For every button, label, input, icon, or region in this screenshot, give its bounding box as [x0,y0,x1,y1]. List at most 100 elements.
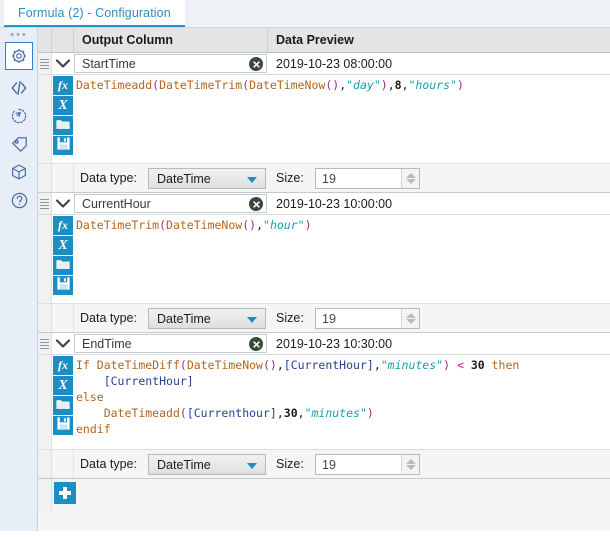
drag-grip-icon [40,57,49,71]
formula-row-header: EndTime 2019-10-23 10:30:00 [38,333,610,355]
code-token: , [276,358,284,372]
chevron-down-icon [55,55,71,73]
stepper-down-icon[interactable] [406,179,416,184]
column-header-output-column[interactable]: Output Column [74,28,268,52]
size-stepper[interactable] [401,309,419,328]
sidebar-item-labels[interactable] [5,130,33,158]
formula-code-line: [CurrentHour] [76,373,608,389]
insert-variable-button[interactable]: X [53,376,73,395]
size-input[interactable]: 19 [315,168,420,189]
open-formula-button[interactable] [53,116,73,135]
clear-icon[interactable] [249,57,263,71]
size-input[interactable]: 19 [315,454,420,475]
open-formula-button[interactable] [53,396,73,415]
collapse-toggle[interactable] [52,193,74,214]
variable-x-icon: X [58,377,68,393]
output-column-input[interactable]: StartTime [74,54,267,73]
rail-overflow-dots[interactable]: ••• [8,30,30,41]
formula-editor[interactable]: fx X DateTimeadd(DateTimeTrim(DateTimeNow(… [38,75,610,163]
chevron-down-icon [247,463,257,469]
variable-x-icon: X [58,97,68,113]
stepper-up-icon[interactable] [406,313,416,318]
formula-block: StartTime 2019-10-23 08:00:00 fx X DateTimea… [38,53,610,193]
save-formula-button[interactable] [53,416,73,435]
insert-function-button[interactable]: fx [53,356,73,375]
size-stepper[interactable] [401,455,419,474]
formula-code-text[interactable]: DateTimeTrim(DateTimeNow(),"hour") [76,217,608,233]
formula-configuration-window: Formula (2) - Configuration ••• Output C… [0,0,610,537]
sidebar-item-package[interactable] [5,158,33,186]
datatype-gutter-b [52,450,74,478]
sidebar-item-help[interactable] [5,186,33,214]
sidebar-item-run[interactable] [5,102,33,130]
size-input[interactable]: 19 [315,308,420,329]
formula-row-header: CurrentHour 2019-10-23 10:00:00 [38,193,610,215]
help-icon [10,191,29,210]
code-token: endif [76,422,111,436]
stepper-up-icon[interactable] [406,459,416,464]
output-column-input[interactable]: CurrentHour [74,194,267,213]
data-type-select[interactable]: DateTime [148,168,266,189]
code-token: DateTimeNow [166,218,243,232]
tab-label: Formula (2) - Configuration [18,5,171,20]
formula-grid: Output Column Data Preview StartTime 2019… [38,28,610,537]
stepper-down-icon[interactable] [406,465,416,470]
footer-gutter [38,479,52,511]
variable-x-icon: X [58,237,68,253]
size-label: Size: [276,457,304,471]
datatype-gutter-a [38,304,52,332]
data-type-value: DateTime [157,457,211,472]
data-preview-value: 2019-10-23 10:00:00 [276,196,393,211]
sidebar-item-configuration[interactable] [5,42,33,70]
row-drag-handle[interactable] [38,333,52,354]
datatype-gutter-b [52,304,74,332]
code-token: else [76,390,104,404]
formula-toolbar: fx X [52,75,74,163]
column-header-data-preview[interactable]: Data Preview [268,28,610,52]
insert-variable-button[interactable]: X [53,96,73,115]
data-type-select[interactable]: DateTime [148,308,266,329]
code-token: , [276,406,284,420]
size-stepper[interactable] [401,169,419,188]
row-drag-handle[interactable] [38,193,52,214]
stepper-down-icon[interactable] [406,319,416,324]
open-formula-button[interactable] [53,256,73,275]
formula-block: CurrentHour 2019-10-23 10:00:00 fx X DateTim… [38,193,610,333]
save-formula-button[interactable] [53,276,73,295]
row-drag-handle[interactable] [38,53,52,74]
insert-function-button[interactable]: fx [53,216,73,235]
data-type-value: DateTime [157,171,211,186]
insert-variable-button[interactable]: X [53,236,73,255]
collapse-toggle[interactable] [52,53,74,74]
clear-icon[interactable] [249,337,263,351]
sidebar-item-annotation[interactable] [5,74,33,102]
formula-code-line: DateTimeadd(DateTimeTrim(DateTimeNow(),"… [76,77,608,93]
clear-icon[interactable] [249,197,263,211]
fx-icon: fx [58,218,68,232]
formula-code-text[interactable]: If DateTimeDiff(DateTimeNow(),[CurrentHo… [76,357,608,437]
plus-icon [59,487,71,499]
collapse-toggle[interactable] [52,333,74,354]
code-token: [CurrentHour] [103,374,194,388]
code-token: ( [179,406,187,420]
formula-code-text[interactable]: DateTimeadd(DateTimeTrim(DateTimeNow(),"… [76,77,608,93]
data-type-row: Data type: DateTime Size: 19 [38,449,610,479]
formula-code-line: DateTimeadd([Currenthour],30,"minutes") [76,405,608,421]
tab-configuration[interactable]: Formula (2) - Configuration [4,0,185,27]
refresh-icon [10,107,28,125]
data-type-select[interactable]: DateTime [148,454,266,475]
formula-editor[interactable]: fx X If DateTimeDiff(DateTimeNow(),[Curren… [38,355,610,449]
code-token: DateTimeTrim [159,78,243,92]
insert-function-button[interactable]: fx [53,76,73,95]
save-formula-button[interactable] [53,136,73,155]
add-formula-button[interactable] [54,482,76,504]
stepper-up-icon[interactable] [406,173,416,178]
formula-editor[interactable]: fx X DateTimeTrim(DateTimeNow(),"hour") [38,215,610,303]
datatype-gutter-b [52,164,74,192]
size-value: 19 [322,172,336,186]
output-column-input[interactable]: EndTime [74,334,267,353]
data-preview-value: 2019-10-23 08:00:00 [276,56,393,71]
folder-icon [56,257,70,275]
code-token: If [76,358,97,372]
